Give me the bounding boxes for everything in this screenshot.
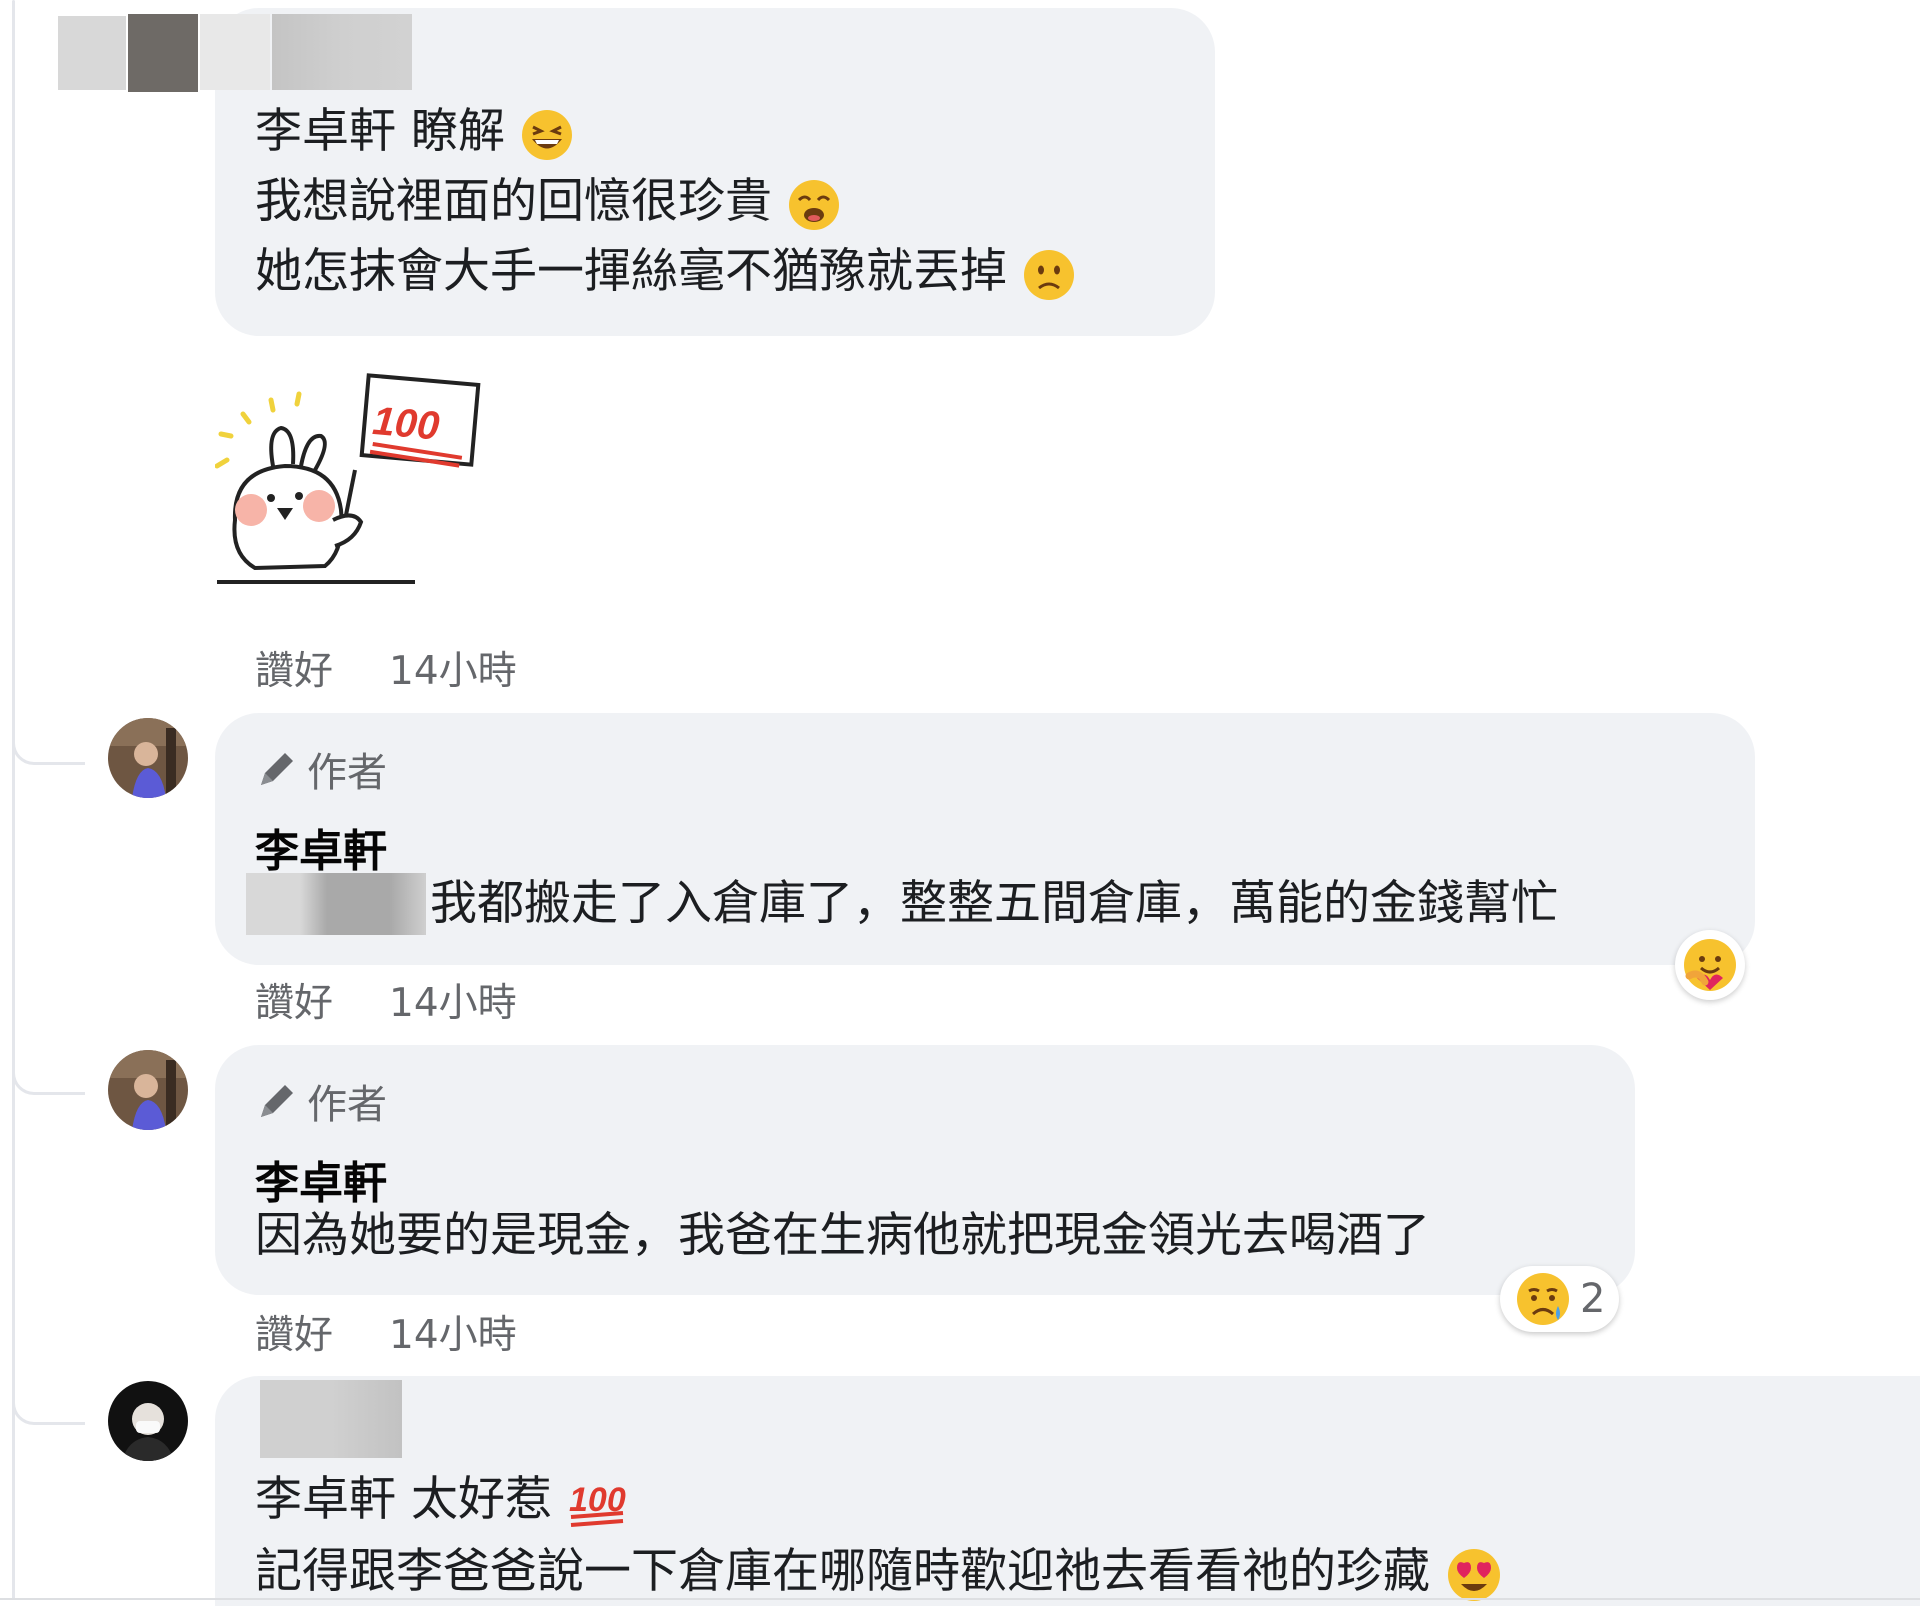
comment-line-text: 李卓軒 瞭解: [255, 104, 505, 159]
author-badge-label: 作者: [307, 750, 387, 796]
comment-author[interactable]: 李卓軒: [255, 1147, 387, 1211]
redacted-mention: [246, 873, 426, 935]
thread-branch: [12, 1388, 85, 1425]
hundred-points-icon: 100: [569, 1481, 626, 1527]
comment-line: 李卓軒 瞭解: [255, 100, 574, 164]
author-badge-label: 作者: [307, 1082, 387, 1128]
comment-author[interactable]: 李卓軒: [255, 815, 387, 879]
comment-line: 她怎抹會大手一揮絲毫不猶豫就丟掉: [255, 240, 1076, 304]
author-badge: 作者: [255, 740, 387, 798]
timestamp[interactable]: 14小時: [389, 640, 517, 696]
slightly-frowning-face-icon: [1023, 249, 1074, 300]
comment-line: 記得跟李爸爸說一下倉庫在哪隨時歡迎祂去看看祂的珍藏: [255, 1540, 1503, 1604]
comment-actions: 讚好 14小時: [255, 972, 573, 1028]
comment-line-text: 她怎抹會大手一揮絲毫不猶豫就丟掉: [255, 244, 1007, 299]
reaction-count: 2: [1580, 1276, 1606, 1322]
redacted-name: [200, 14, 270, 90]
redacted-name: [272, 14, 412, 90]
comment-line: 李卓軒 太好惹 100: [255, 1468, 627, 1532]
pencil-icon: [261, 753, 293, 785]
redacted-avatar: [58, 16, 126, 90]
redacted-avatar: [128, 14, 198, 92]
comment-line-text: 我想說裡面的回憶很珍貴: [255, 174, 772, 229]
thread-branch: [12, 728, 85, 765]
avatar[interactable]: [108, 718, 188, 798]
comment-actions: 讚好 14小時: [255, 1304, 573, 1360]
comment-line-text: 李卓軒 太好惹: [255, 1472, 552, 1527]
comment-line: 我想說裡面的回憶很珍貴: [255, 170, 841, 234]
comment-text: 我都搬走了入倉庫了，整整五間倉庫，萬能的金錢幫忙: [430, 876, 1558, 931]
like-button[interactable]: 讚好: [255, 640, 333, 696]
avatar-photo: [108, 718, 188, 798]
author-badge: 作者: [255, 1072, 387, 1130]
avatar-photo: [108, 1050, 188, 1130]
comment-line-text: 記得跟李爸爸說一下倉庫在哪隨時歡迎祂去看看祂的珍藏: [255, 1544, 1430, 1599]
avatar[interactable]: [108, 1050, 188, 1130]
reaction-summary[interactable]: 2: [1500, 1266, 1620, 1332]
weary-face-icon: [788, 179, 839, 230]
comment-actions: 讚好 14小時: [255, 640, 573, 696]
like-button[interactable]: 讚好: [255, 972, 333, 1028]
sticker-sign-text: 100: [371, 399, 441, 449]
rabbit-sticker[interactable]: 100: [215, 370, 485, 590]
heart-eyes-icon: [1447, 1548, 1500, 1601]
timestamp[interactable]: 14小時: [389, 1304, 517, 1360]
avatar-photo: [108, 1381, 188, 1461]
like-button[interactable]: 讚好: [255, 1304, 333, 1360]
comment-1: 李卓軒 瞭解 我想說裡面的回憶很珍貴 她怎抹會大手一揮絲毫不猶豫就丟掉 100 …: [0, 0, 1920, 694]
redacted-name: [260, 1380, 402, 1458]
comment-text: 因為她要的是現金，我爸在生病他就把現金領光去喝酒了: [255, 1208, 1430, 1263]
thread-branch: [12, 1058, 85, 1095]
grinning-squinting-face-icon: [521, 109, 572, 160]
pencil-icon: [261, 1085, 293, 1117]
timestamp[interactable]: 14小時: [389, 972, 517, 1028]
avatar[interactable]: [108, 1381, 188, 1461]
care-reaction-icon[interactable]: [1675, 930, 1745, 1000]
sad-reaction-icon: [1517, 1273, 1569, 1325]
divider: [0, 1598, 1920, 1600]
